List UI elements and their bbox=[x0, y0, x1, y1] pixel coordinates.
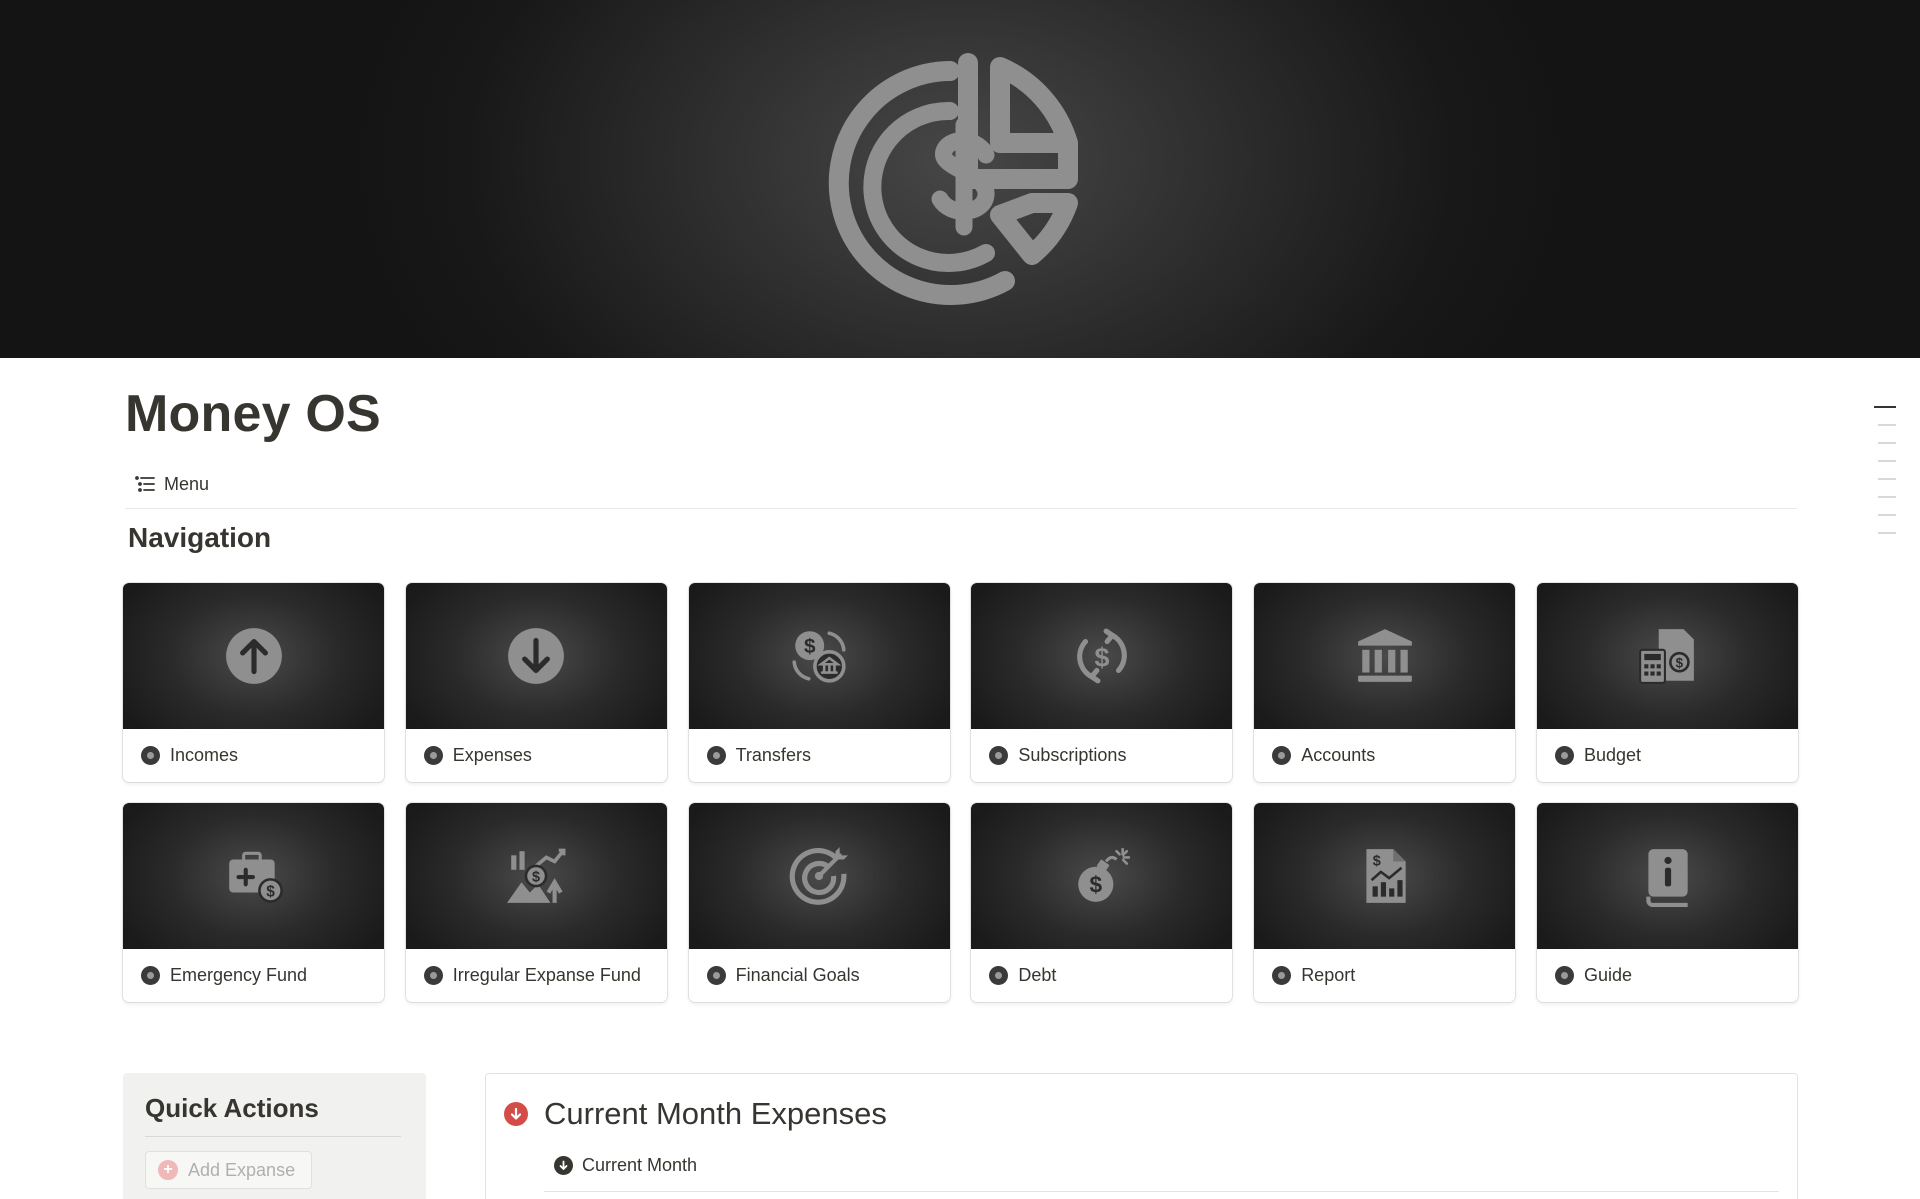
card-cover bbox=[405, 583, 667, 729]
target-icon bbox=[706, 966, 726, 985]
svg-text:$: $ bbox=[1372, 854, 1380, 870]
nav-card-incomes[interactable]: Incomes bbox=[123, 583, 384, 782]
add-expense-label: Add Expanse bbox=[188, 1159, 296, 1180]
nav-card-report[interactable]: $ Report bbox=[1254, 803, 1516, 1002]
card-cover: $ bbox=[688, 583, 950, 729]
card-cover: $ bbox=[1536, 583, 1798, 729]
card-label: Emergency Fund bbox=[170, 965, 308, 985]
chart-money-landscape-icon: $ bbox=[507, 848, 566, 903]
arrow-down-circle-icon bbox=[504, 1102, 528, 1126]
cover-image bbox=[0, 0, 1920, 358]
svg-text:$: $ bbox=[1089, 872, 1102, 898]
card-cover: $ bbox=[971, 803, 1233, 949]
svg-text:$: $ bbox=[804, 635, 816, 658]
money-bomb-icon bbox=[989, 966, 1009, 985]
chart-money-landscape-icon bbox=[423, 966, 443, 985]
financial-report-icon bbox=[1272, 966, 1292, 985]
view-tab-current-month[interactable]: Current Month bbox=[554, 1155, 697, 1176]
target-icon bbox=[789, 847, 849, 905]
card-label: Irregular Expanse Fund bbox=[452, 965, 641, 985]
card-label: Incomes bbox=[170, 745, 239, 765]
medical-kit-dollar-icon: $ bbox=[228, 851, 283, 903]
quick-actions-panel: Quick Actions + Add Expanse bbox=[123, 1073, 426, 1199]
calculator-document-icon bbox=[1554, 746, 1574, 765]
nav-card-financial-goals[interactable]: Financial Goals bbox=[688, 803, 950, 1002]
card-cover bbox=[688, 803, 950, 949]
medical-kit-dollar-icon bbox=[141, 966, 160, 985]
card-label: Financial Goals bbox=[735, 965, 860, 985]
card-label: Accounts bbox=[1301, 745, 1376, 765]
card-cover: $ bbox=[971, 583, 1233, 729]
nav-card-debt[interactable]: $ Debt bbox=[971, 803, 1233, 1002]
card-cover: $ bbox=[405, 803, 667, 949]
card-cover: $ bbox=[1254, 803, 1516, 949]
bank-icon bbox=[1272, 746, 1292, 765]
dollar-bank-transfer-icon bbox=[706, 746, 726, 765]
info-book-icon bbox=[1646, 849, 1689, 907]
menu-toc-button[interactable]: Menu bbox=[128, 468, 215, 500]
arrow-down-circle-icon bbox=[554, 1156, 573, 1175]
card-label: Transfers bbox=[735, 745, 811, 765]
card-label: Subscriptions bbox=[1018, 745, 1127, 765]
card-cover: $ bbox=[123, 803, 384, 949]
expenses-heading: Current Month Expenses bbox=[544, 1096, 887, 1131]
money-bomb-icon: $ bbox=[1078, 847, 1131, 902]
nav-card-expenses[interactable]: Expenses bbox=[405, 583, 667, 782]
card-cover bbox=[1536, 803, 1798, 949]
nav-card-accounts[interactable]: Accounts bbox=[1254, 583, 1516, 782]
table-of-contents-minimap[interactable] bbox=[1874, 406, 1896, 550]
bank-icon bbox=[1357, 629, 1412, 682]
list-icon bbox=[135, 476, 155, 492]
card-cover bbox=[123, 583, 384, 729]
arrow-down-circle-icon bbox=[423, 746, 443, 765]
view-tab-divider bbox=[544, 1191, 1779, 1192]
card-cover bbox=[1254, 583, 1516, 729]
card-label: Guide bbox=[1583, 965, 1633, 985]
view-tab-label: Current Month bbox=[582, 1155, 698, 1175]
nav-card-transfers[interactable]: $ Transfers bbox=[688, 583, 950, 782]
quick-actions-title: Quick Actions bbox=[145, 1093, 401, 1137]
financial-report-icon: $ bbox=[1366, 849, 1406, 903]
recurring-dollar-icon: $ bbox=[1077, 628, 1127, 684]
divider bbox=[125, 508, 1797, 509]
recurring-dollar-icon bbox=[989, 746, 1009, 765]
nav-card-irregular-expanse-fund[interactable]: $ Irregular Expanse Fund bbox=[405, 803, 667, 1002]
dollar-bank-transfer-icon: $ bbox=[792, 631, 846, 683]
add-expense-button[interactable]: + Add Expanse bbox=[145, 1151, 313, 1189]
menu-label: Menu bbox=[164, 473, 210, 494]
page-title: Money OS bbox=[125, 385, 381, 443]
navigation-gallery: Incomes Expenses $ Transfers $ Subscript… bbox=[123, 583, 1798, 1002]
card-label: Budget bbox=[1583, 745, 1642, 765]
arrow-down-circle-icon bbox=[508, 628, 565, 684]
card-label: Report bbox=[1301, 965, 1356, 985]
info-book-icon bbox=[1554, 966, 1574, 985]
card-label: Expenses bbox=[452, 745, 532, 765]
svg-text:$: $ bbox=[1676, 655, 1684, 670]
calculator-document-icon: $ bbox=[1639, 629, 1695, 684]
svg-text:$: $ bbox=[532, 870, 540, 886]
arrow-up-circle-icon bbox=[141, 746, 160, 765]
nav-card-guide[interactable]: Guide bbox=[1536, 803, 1798, 1002]
card-label: Debt bbox=[1018, 965, 1057, 985]
svg-text:$: $ bbox=[1094, 642, 1109, 672]
svg-text:$: $ bbox=[266, 884, 275, 901]
navigation-heading: Navigation bbox=[128, 522, 272, 553]
nav-card-emergency-fund[interactable]: $ Emergency Fund bbox=[123, 803, 384, 1002]
plus-circle-icon: + bbox=[158, 1160, 178, 1180]
nav-card-budget[interactable]: $ Budget bbox=[1536, 583, 1798, 782]
nav-card-subscriptions[interactable]: $ Subscriptions bbox=[971, 583, 1233, 782]
arrow-up-circle-icon bbox=[225, 628, 282, 684]
dollar-pie-chart-icon bbox=[828, 53, 1078, 305]
current-month-expenses-panel: Current Month Expenses Current Month bbox=[485, 1073, 1798, 1199]
